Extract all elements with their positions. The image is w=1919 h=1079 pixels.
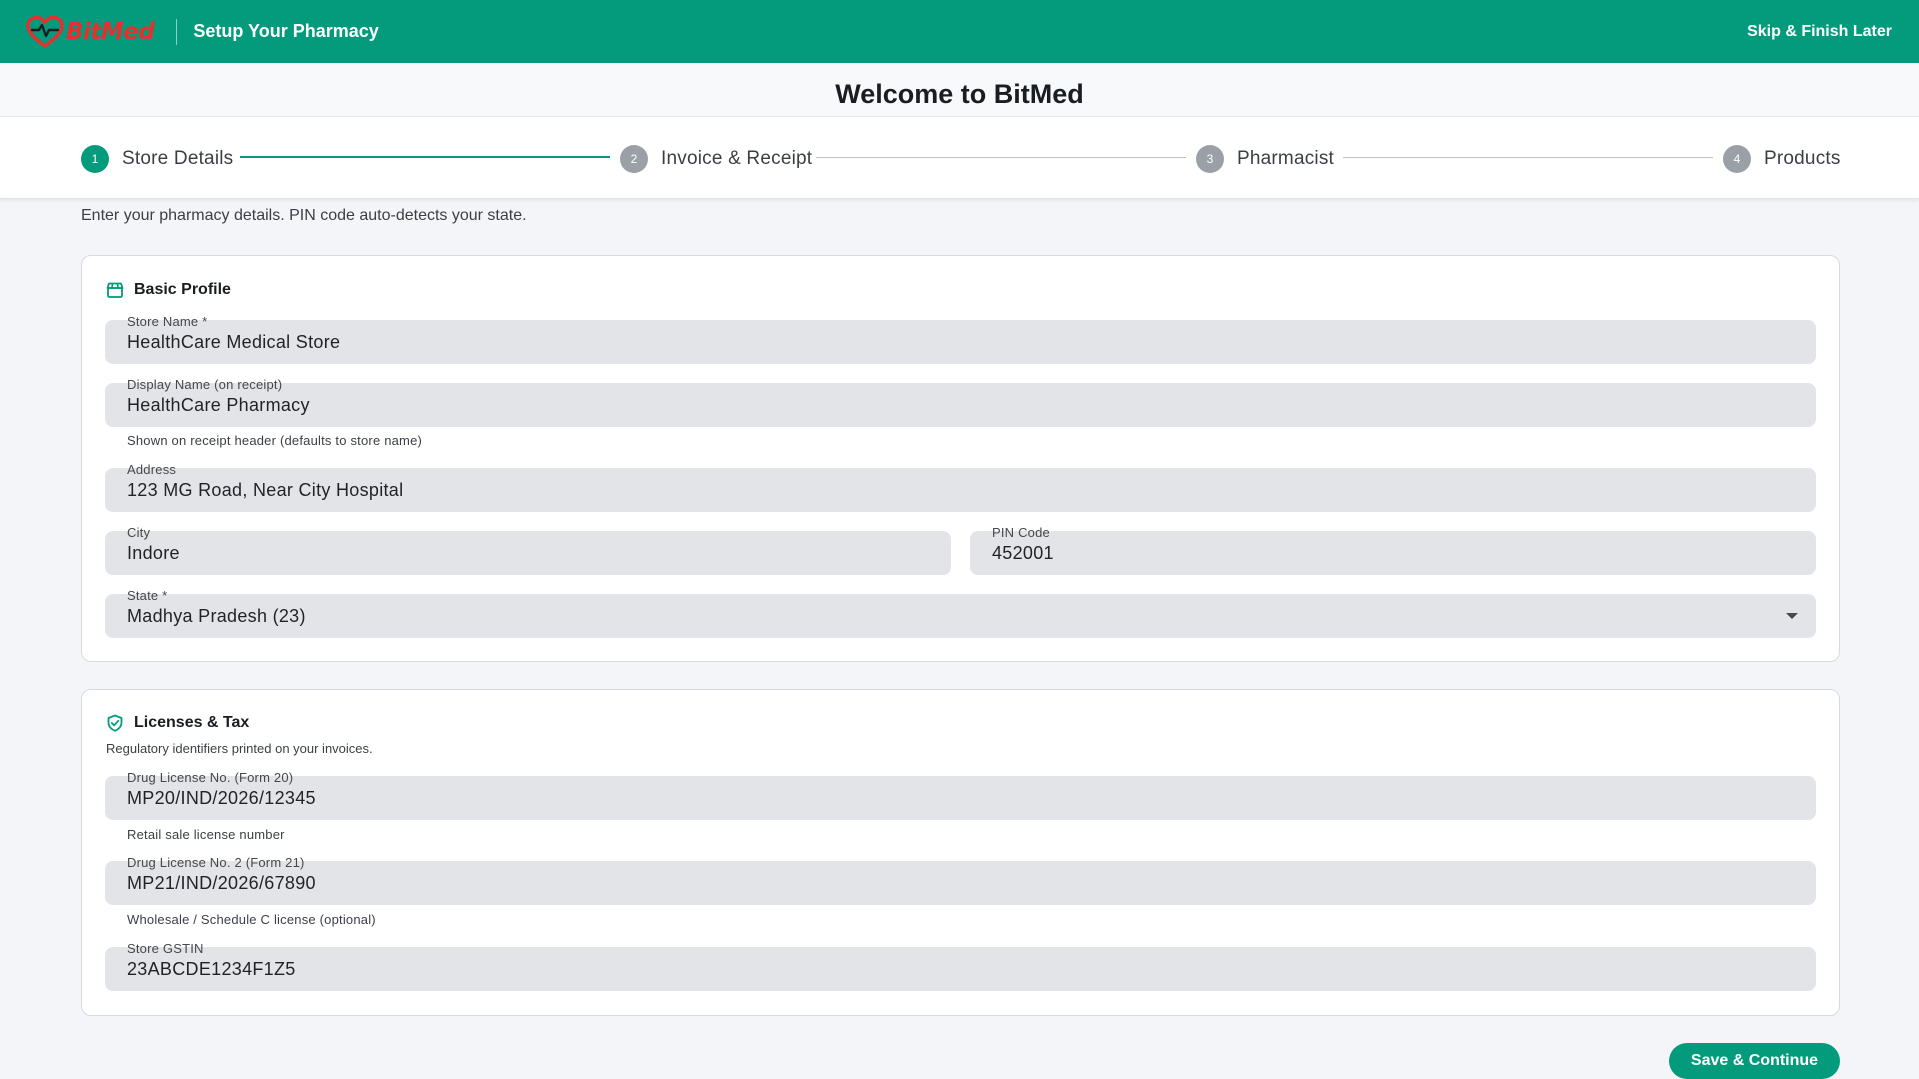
step-label: Store Details: [122, 148, 234, 169]
welcome-heading: Welcome to BitMed: [0, 63, 1919, 117]
intro-text: Enter your pharmacy details. PIN code au…: [81, 207, 527, 224]
drug-license-form21-field[interactable]: Drug License No. 2 (Form 21) MP21/IND/20…: [105, 855, 1816, 905]
card-title-text: Basic Profile: [134, 281, 231, 298]
drug-license-form20-field[interactable]: Drug License No. (Form 20) MP20/IND/2026…: [105, 770, 1816, 820]
shield-check-icon: [107, 714, 123, 732]
field-label: Address: [127, 462, 177, 477]
step-products[interactable]: 4 Products: [1723, 145, 1841, 173]
step-store-details[interactable]: 1 Store Details: [81, 145, 233, 173]
skip-finish-later-link[interactable]: Skip & Finish Later: [1747, 23, 1892, 41]
address-field[interactable]: Address 123 MG Road, Near City Hospital: [105, 462, 1816, 512]
brand-name: BitMed: [66, 18, 155, 45]
field-label: Display Name (on receipt): [127, 377, 283, 392]
field-value: MP20/IND/2026/12345: [127, 788, 316, 808]
field-label: Drug License No. 2 (Form 21): [127, 855, 305, 870]
field-label: Store GSTIN: [127, 941, 204, 956]
store-name-field[interactable]: Store Name * HealthCare Medical Store: [105, 314, 1816, 364]
field-label: State *: [127, 588, 168, 603]
card-title-text: Licenses & Tax: [134, 714, 250, 731]
field-value: MP21/IND/2026/67890: [127, 873, 316, 893]
bitmed-logo[interactable]: BitMed: [26, 0, 155, 63]
save-continue-button[interactable]: Save & Continue: [1669, 1043, 1840, 1079]
store-gstin-field[interactable]: Store GSTIN 23ABCDE1234F1Z5: [105, 941, 1816, 991]
pin-code-field[interactable]: PIN Code 452001: [970, 525, 1816, 575]
drug-license-2-hint: Wholesale / Schedule C license (optional…: [127, 912, 376, 927]
licenses-tax-title: Licenses & Tax: [106, 714, 249, 732]
header-title: Setup Your Pharmacy: [193, 21, 379, 41]
step-number: 1: [81, 145, 109, 173]
setup-stepper: [0, 117, 1919, 199]
basic-profile-title: Basic Profile: [106, 281, 231, 299]
step-invoice-receipt[interactable]: 2 Invoice & Receipt: [620, 145, 812, 173]
field-value: 452001: [992, 543, 1054, 563]
field-value: Madhya Pradesh (23): [127, 606, 306, 626]
header-divider: [176, 18, 178, 45]
step-label: Invoice & Receipt: [661, 148, 813, 169]
step-connector-3: [1343, 157, 1713, 158]
licenses-tax-card: Licenses & Tax Regulatory identifiers pr…: [81, 689, 1840, 1016]
field-value: HealthCare Medical Store: [127, 332, 341, 352]
basic-profile-card: Basic Profile Store Name * HealthCare Me…: [81, 255, 1840, 662]
field-label: Store Name *: [127, 314, 208, 329]
field-label: PIN Code: [992, 525, 1050, 540]
display-name-field[interactable]: Display Name (on receipt) HealthCare Pha…: [105, 377, 1816, 427]
drug-license-1-hint: Retail sale license number: [127, 827, 285, 842]
licenses-subtitle: Regulatory identifiers printed on your i…: [106, 741, 373, 756]
field-label: City: [127, 525, 151, 540]
step-number: 3: [1196, 145, 1224, 173]
display-name-hint: Shown on receipt header (defaults to sto…: [127, 433, 423, 448]
step-label: Products: [1764, 148, 1841, 169]
field-label: Drug License No. (Form 20): [127, 770, 294, 785]
step-connector-2: [816, 157, 1186, 158]
step-number: 2: [620, 145, 648, 173]
city-field[interactable]: City Indore: [105, 525, 951, 575]
field-value: 23ABCDE1234F1Z5: [127, 959, 296, 979]
step-pharmacist[interactable]: 3 Pharmacist: [1196, 145, 1334, 173]
field-value: 123 MG Road, Near City Hospital: [127, 480, 404, 500]
field-value: HealthCare Pharmacy: [127, 395, 310, 415]
top-bar: BitMed Setup Your Pharmacy Skip & Finish…: [0, 0, 1919, 63]
step-label: Pharmacist: [1237, 148, 1335, 169]
step-number: 4: [1723, 145, 1751, 173]
chevron-down-icon[interactable]: [1786, 613, 1798, 619]
field-value: Indore: [127, 543, 180, 563]
step-connector-1: [240, 156, 610, 158]
heart-pulse-icon: [26, 15, 64, 48]
store-icon: [106, 282, 124, 298]
state-select[interactable]: State * Madhya Pradesh (23): [105, 588, 1816, 638]
